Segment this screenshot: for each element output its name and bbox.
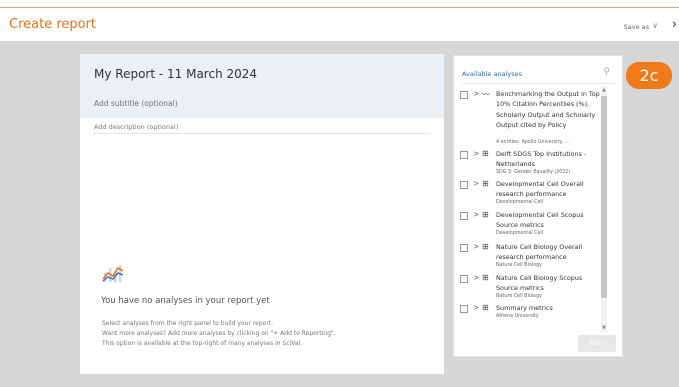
chart-line-icon [102,265,124,282]
checkbox[interactable] [460,212,468,220]
scroll-up-icon[interactable]: ▲ [601,86,607,94]
analyses-list: > 〰 Benchmarking the Output in Top 10% C… [460,89,601,341]
scroll-down-icon[interactable]: ▼ [601,324,607,332]
scrollbar-thumb[interactable] [601,96,607,298]
chevron-right-icon[interactable]: > [473,179,479,188]
chevron-right-icon[interactable]: > [473,242,479,251]
add-button-label: Add [588,339,601,347]
description-divider [93,133,430,134]
save-as-button[interactable]: Save as [624,23,649,31]
checkbox[interactable] [460,151,468,159]
chevron-right-icon[interactable]: > [473,303,479,312]
chevron-right-icon[interactable]: > [473,210,479,219]
list-item[interactable]: > ⊞ Developmental Cell Overall research … [460,179,601,210]
table-icon: ⊞ [482,179,489,188]
available-analyses-panel: Available analyses ⚲ > 〰 Benchmarking th… [453,55,623,357]
checkbox[interactable] [460,305,468,313]
search-icon[interactable]: ⚲ [603,67,610,77]
checkbox[interactable] [460,91,468,99]
list-item[interactable]: > 〰 Benchmarking the Output in Top 10% C… [460,89,601,149]
panel-divider [462,83,615,84]
chevron-right-icon[interactable]: > [473,149,479,158]
page-title: Create report [9,17,97,32]
empty-state-text-1: Select analyses from the right panel to … [102,320,274,327]
item-label: Developmental Cell Scopus Source metrics [496,211,584,230]
report-title[interactable]: My Report - 11 March 2024 [94,67,257,81]
add-button[interactable]: Add › [578,335,616,352]
table-icon: ⊞ [482,210,489,219]
report-header: My Report - 11 March 2024 Add subtitle (… [80,54,444,118]
header-bar [0,8,679,41]
chevron-right-icon: › [603,339,606,347]
item-sublabel: Nature Cell Biology [496,294,542,299]
item-label: Summary metrics [496,304,553,312]
chevron-right-icon[interactable]: > [473,89,479,98]
description-field[interactable]: Add description (optional) [94,123,178,131]
empty-state-text-3: This option is available at the top-righ… [102,340,303,347]
item-sublabel: 4 entities: Apollo University, ... [496,140,570,145]
report-card: My Report - 11 March 2024 Add subtitle (… [80,54,444,374]
list-item[interactable]: > ⊞ Delft SDGS Top Institutions - Nether… [460,149,601,179]
checkbox[interactable] [460,181,468,189]
list-item[interactable]: > ⊞ Nature Cell Biology Scopus Source me… [460,273,601,303]
chevron-right-icon[interactable]: > [473,273,479,282]
item-label: Delft SDGS Top Institutions - Netherland… [496,150,587,169]
item-sublabel: Nature Cell Biology [496,263,542,268]
chevron-right-icon[interactable]: › [672,17,677,32]
checkbox[interactable] [460,275,468,283]
item-label: Benchmarking the Output in Top 10% Citat… [496,90,600,130]
list-item[interactable]: > ⊞ Developmental Cell Scopus Source met… [460,210,601,242]
table-icon: ⊞ [482,242,489,251]
table-icon: ⊞ [482,273,489,282]
line-chart-icon: 〰 [482,90,490,99]
panel-title: Available analyses [462,70,522,78]
checkbox[interactable] [460,244,468,252]
item-sublabel: Athena University [496,314,539,319]
table-icon: ⊞ [482,303,489,312]
item-label: Developmental Cell Overall research perf… [496,180,584,199]
list-item[interactable]: > ⊞ Summary metrics Athena University [460,303,601,325]
step-badge: 2c [626,62,672,89]
empty-state-title: You have no analyses in your report yet [101,296,270,306]
item-sublabel: Developmental Cell [496,231,544,236]
item-sublabel: SDG 5: Gender Equality (2022) [496,170,571,175]
subtitle-field[interactable]: Add subtitle (optional) [94,99,178,108]
empty-state-text-2: Want more analyses? Add more analyses by… [102,330,336,337]
list-item[interactable]: > ⊞ Nature Cell Biology Overall research… [460,242,601,273]
item-sublabel: Developmental Cell [496,200,544,205]
item-label: Nature Cell Biology Scopus Source metric… [496,274,583,293]
item-label: Nature Cell Biology Overall research per… [496,243,583,262]
chevron-down-icon[interactable]: ∨ [652,21,658,30]
table-icon: ⊞ [482,149,489,158]
